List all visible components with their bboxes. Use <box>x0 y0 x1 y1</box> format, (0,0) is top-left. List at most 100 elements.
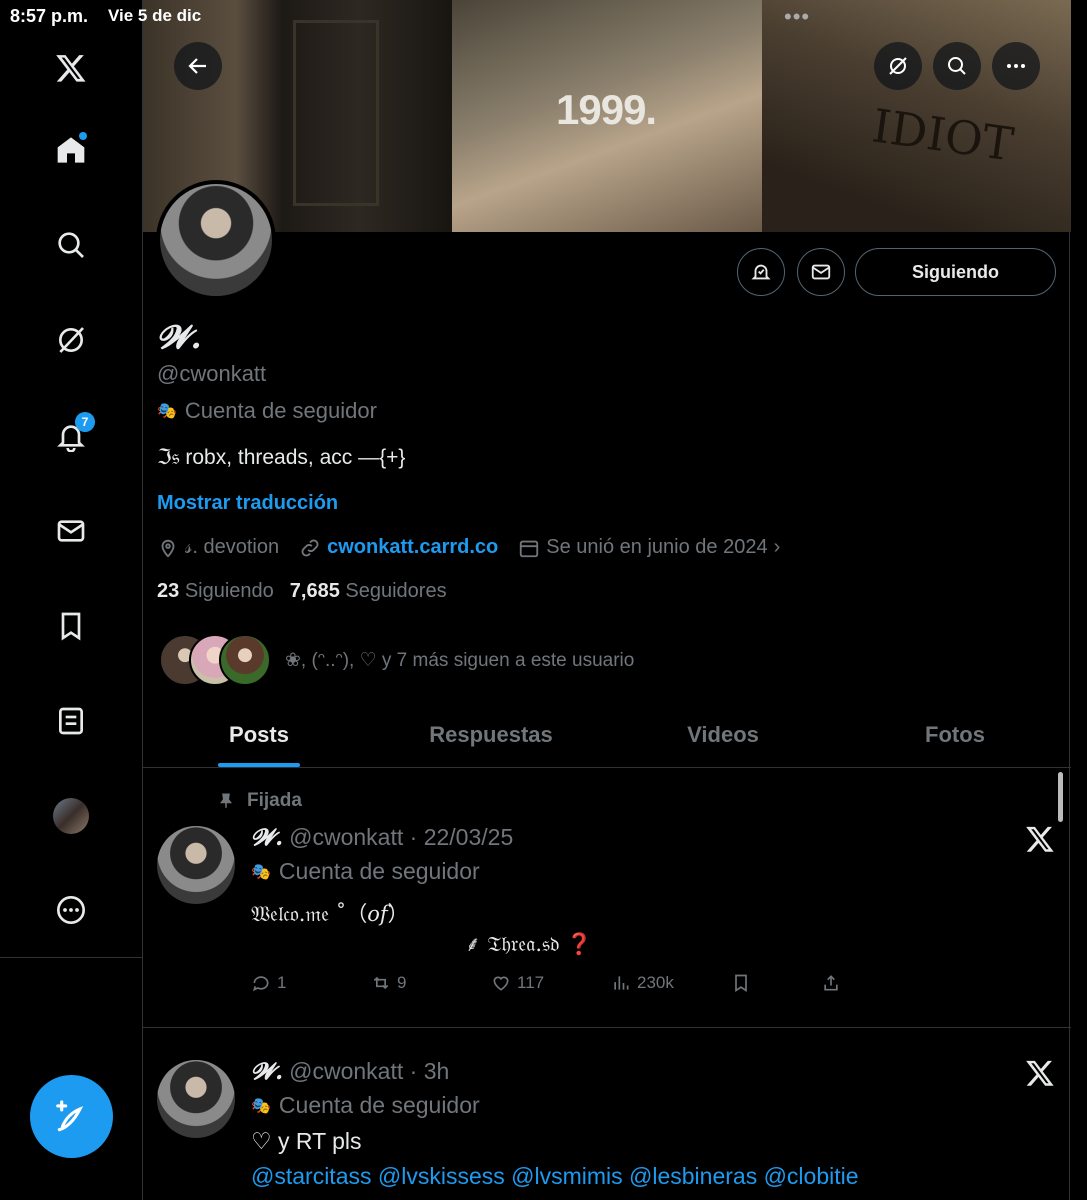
post[interactable]: 𝓦. @cwonkatt · 3h 🎭 Cuenta de seguidor ♡ … <box>143 1028 1071 1200</box>
follower-account-label: 🎭 Cuenta de seguidor <box>157 398 377 424</box>
show-translation-link[interactable]: Mostrar traducción <box>157 492 338 515</box>
notify-toggle-button[interactable] <box>737 248 785 296</box>
nav-more[interactable] <box>45 884 97 936</box>
more-options-button[interactable] <box>992 42 1040 90</box>
post-text-line: ♡ y RT pls <box>251 1128 362 1154</box>
tab-photos[interactable]: Fotos <box>839 702 1071 767</box>
profile-website[interactable]: cwonkatt.carrd.co <box>299 536 498 559</box>
link-icon <box>301 539 319 556</box>
followed-by-text: ❀, (ᵔ..ᵔ), ♡ y 7 más siguen a este usuar… <box>285 649 635 671</box>
tab-videos[interactable]: Videos <box>607 702 839 767</box>
nav-bookmarks[interactable] <box>45 600 97 652</box>
share-button[interactable] <box>821 973 911 993</box>
nav-grok[interactable] <box>45 314 97 366</box>
profile-meta: 𝓈. devotion cwonkatt.carrd.co Se unió en… <box>157 536 800 559</box>
post-time[interactable]: 3h <box>424 1058 450 1084</box>
pin-icon <box>220 793 232 808</box>
followers-you-know[interactable]: ❀, (ᵔ..ᵔ), ♡ y 7 más siguen a este usuar… <box>159 634 634 686</box>
follower-account-text: Cuenta de seguidor <box>184 398 377 423</box>
profile-stats: 23 Siguiendo 7,685 Seguidores <box>157 580 447 603</box>
reply-count: 1 <box>277 973 287 992</box>
like-button[interactable]: 117 <box>491 973 611 993</box>
profile-joined[interactable]: Se unió en junio de 2024 › <box>518 536 780 559</box>
following-count: 23 <box>157 580 180 602</box>
x-logo-icon[interactable] <box>1025 1058 1055 1088</box>
mutual-avatar <box>219 634 271 686</box>
tab-posts[interactable]: Posts <box>143 702 375 767</box>
profile-bio: ℑ𝔰 robx, threads, acc —{+} <box>157 446 406 469</box>
scrollbar[interactable] <box>1058 772 1063 822</box>
views-button[interactable]: 230k <box>611 973 731 993</box>
post-author-name[interactable]: 𝓦. <box>251 1058 283 1085</box>
nav-home[interactable] <box>45 124 97 176</box>
profile-handle: @cwonkatt <box>157 361 267 386</box>
status-bar: 8:57 p.m. Vie 5 de dic ••• <box>0 0 1087 30</box>
post-time[interactable]: 22/03/25 <box>424 824 514 850</box>
post-author-name[interactable]: 𝓦. <box>251 824 283 851</box>
pinned-label: Fijada <box>217 790 302 812</box>
bookmark-button[interactable] <box>731 973 821 993</box>
post-avatar[interactable] <box>157 1060 235 1138</box>
following-label: Siguiendo <box>184 580 274 602</box>
pinned-text: Fijada <box>247 790 302 811</box>
following-stat[interactable]: 23 Siguiendo <box>157 580 274 603</box>
calendar-icon <box>520 540 539 557</box>
mask-icon: 🎭 <box>157 403 177 420</box>
message-button[interactable] <box>797 248 845 296</box>
post-mentions[interactable]: @starcitass @lvskissess @lvsmimis @lesbi… <box>251 1163 859 1190</box>
mask-icon: 🎭 <box>251 863 271 881</box>
followers-stat[interactable]: 7,685 Seguidores <box>290 580 447 603</box>
post-follower-text: Cuenta de seguidor <box>278 1092 480 1118</box>
profile-banner: 1999. IDIOT <box>143 0 1071 232</box>
display-name: 𝓦. <box>157 318 202 356</box>
post-avatar[interactable] <box>157 826 235 904</box>
post-text-line: 𝔚𝔢𝔩𝔠𝔬.𝔪𝔢 ˚（𝑜𝑓） <box>251 902 409 926</box>
post[interactable]: Fijada 𝓦. @cwonkatt · 22/03/25 🎭 Cuenta d… <box>143 768 1071 1028</box>
post-actions: 1 9 117 230k <box>251 973 911 993</box>
multitask-dots-icon[interactable]: ••• <box>784 4 810 30</box>
profile-avatar[interactable] <box>156 180 276 300</box>
back-button[interactable] <box>174 42 222 90</box>
views-count: 230k <box>637 973 674 992</box>
search-button[interactable] <box>933 42 981 90</box>
banner-image-right: IDIOT <box>762 0 1071 232</box>
reply-button[interactable]: 1 <box>251 973 371 993</box>
x-logo-icon-svg <box>56 55 86 82</box>
sidebar: 7 <box>0 0 142 1200</box>
nav-explore[interactable] <box>45 219 97 271</box>
arrow-left-icon <box>188 58 206 74</box>
profile-main: 1999. IDIOT Siguiendo 𝓦. @cwonkatt 🎭 Cue… <box>142 0 1071 1200</box>
grok-button[interactable] <box>874 42 922 90</box>
nav-notifications[interactable]: 7 <box>45 410 97 462</box>
sidebar-divider <box>0 957 142 958</box>
location-pin-icon <box>161 539 175 558</box>
post-follower-label: 🎭 Cuenta de seguidor <box>251 858 480 885</box>
post-header: 𝓦. @cwonkatt · 3h <box>251 1058 450 1085</box>
nav-messages[interactable] <box>45 505 97 557</box>
compose-button[interactable] <box>30 1075 113 1158</box>
views-bar-icon <box>614 976 629 990</box>
mail-icon <box>811 264 831 280</box>
followers-count: 7,685 <box>289 580 340 602</box>
post-author-handle[interactable]: @cwonkatt <box>289 1058 403 1084</box>
nav-lists[interactable] <box>45 695 97 747</box>
x-logo-icon[interactable] <box>1025 824 1055 854</box>
grok-icon <box>59 327 84 353</box>
profile-avatar-small <box>53 798 89 834</box>
website-link[interactable]: cwonkatt.carrd.co <box>327 536 498 559</box>
nav-profile[interactable] <box>45 790 97 842</box>
banner-image-middle: 1999. <box>452 0 762 232</box>
repost-icon <box>373 976 389 990</box>
following-button[interactable]: Siguiendo <box>855 248 1056 296</box>
notifications-badge: 7 <box>75 412 95 432</box>
search-icon <box>948 57 966 75</box>
repost-button[interactable]: 9 <box>371 973 491 993</box>
status-date: Vie 5 de dic <box>108 6 202 25</box>
more-dots-icon <box>1007 64 1025 68</box>
reply-icon <box>253 976 269 992</box>
tab-replies[interactable]: Respuestas <box>375 702 607 767</box>
x-logo-icon[interactable] <box>45 42 97 94</box>
search-icon <box>58 232 84 258</box>
post-text-line: ⸙ 𝔗𝔥𝔯𝔢𝔞.𝔰𝔡 ❓ <box>465 932 593 956</box>
post-author-handle[interactable]: @cwonkatt <box>289 824 403 850</box>
